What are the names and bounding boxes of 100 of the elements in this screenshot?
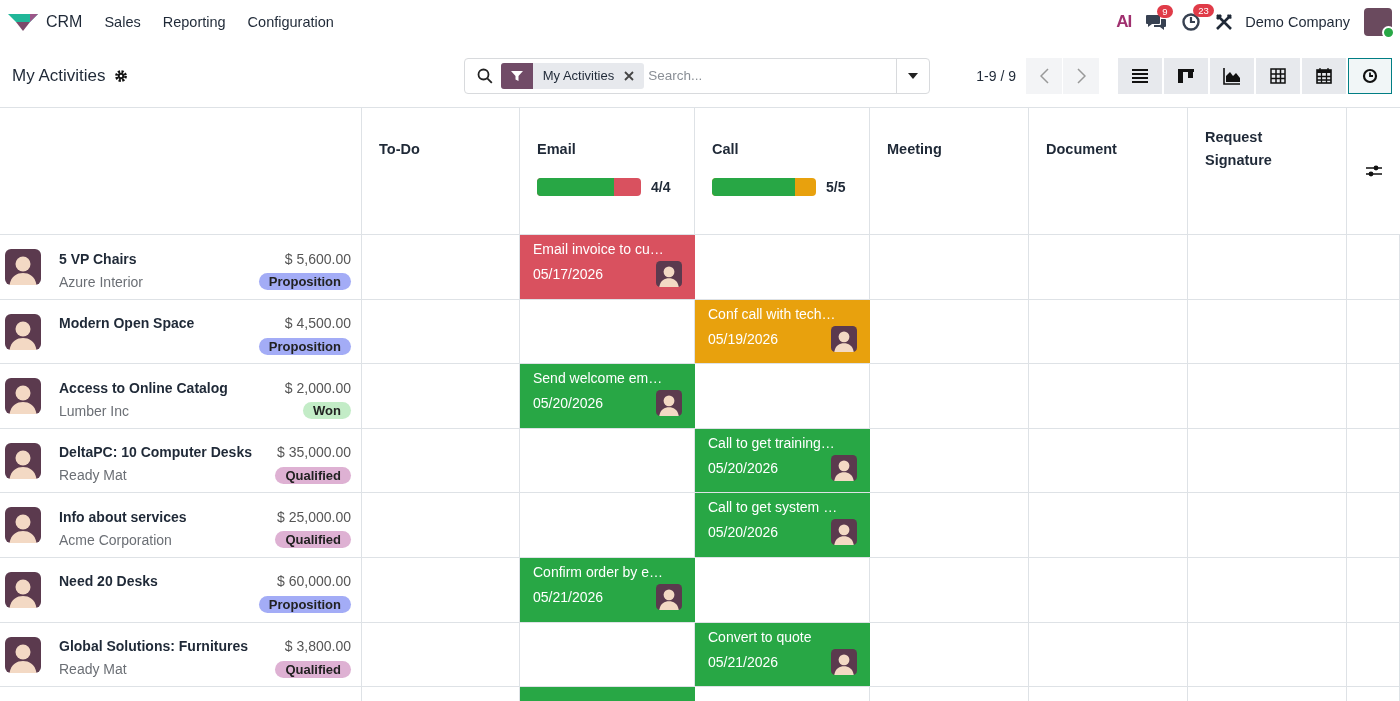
empty-cell[interactable]: [1347, 428, 1400, 494]
avatar-icon: [831, 454, 857, 481]
settings-icon[interactable]: [113, 68, 128, 83]
view-switch-button[interactable]: [1118, 57, 1162, 94]
view-switch-button[interactable]: [1210, 57, 1254, 94]
next-page-button[interactable]: [1063, 57, 1099, 94]
chat-icon[interactable]: [1145, 13, 1168, 31]
column-title: Call: [712, 139, 740, 159]
online-status-dot: [1382, 26, 1395, 39]
activity-date: 05/21/2026: [533, 588, 604, 605]
activity-cell[interactable]: Email invoice to cu… 05/17/2026: [520, 235, 695, 300]
column-title: Email: [537, 139, 577, 159]
record-cell[interactable]: 5 VP Chairs $ 5,600.00 Azure Interior Proposition: [0, 235, 362, 300]
empty-cell[interactable]: [1347, 493, 1400, 558]
record-amount: $ 60,000.00: [277, 573, 351, 590]
avatar-icon: [831, 648, 857, 675]
empty-cell[interactable]: [1029, 299, 1188, 365]
empty-cell[interactable]: [1188, 557, 1347, 623]
menu-item[interactable]: Configuration: [247, 14, 334, 30]
empty-cell[interactable]: [1347, 557, 1400, 623]
avatar-icon: [5, 249, 41, 285]
empty-cell[interactable]: [1029, 493, 1188, 558]
view-switch-button[interactable]: [1348, 57, 1392, 94]
empty-cell[interactable]: [1029, 557, 1188, 623]
pager-value[interactable]: 1-9 / 9: [976, 67, 1016, 84]
area-chart-icon: [1223, 66, 1241, 85]
menu-item[interactable]: Reporting: [162, 14, 226, 30]
record-cell[interactable]: Access to Online Catalog $ 2,000.00 Lumber Inc Won: [0, 364, 362, 429]
activity-cell[interactable]: [520, 687, 695, 701]
column-header[interactable]: Meeting: [870, 108, 1029, 235]
user-avatar[interactable]: [1364, 8, 1392, 36]
empty-cell[interactable]: [1188, 622, 1347, 688]
avatar-icon: [5, 636, 41, 673]
column-header[interactable]: To-Do: [362, 108, 520, 235]
tools-icon[interactable]: [1215, 13, 1234, 31]
filter-facet[interactable]: My Activities: [500, 62, 645, 89]
column-header[interactable]: Request Signature: [1188, 108, 1347, 235]
empty-cell[interactable]: [1029, 622, 1188, 688]
view-switch-button[interactable]: [1302, 57, 1346, 94]
view-switch-button[interactable]: [1164, 57, 1208, 94]
empty-cell[interactable]: [1188, 428, 1347, 494]
search-field[interactable]: My Activities Search...: [463, 57, 931, 94]
activity-title: Convert to quote: [708, 628, 813, 645]
previous-page-button[interactable]: [1026, 57, 1062, 94]
search-icon: [476, 67, 493, 84]
company-switcher[interactable]: Demo Company: [1245, 14, 1350, 30]
empty-cell[interactable]: [1188, 235, 1347, 300]
activity-title: Conf call with tech…: [708, 305, 837, 322]
empty-cell[interactable]: [870, 235, 1029, 300]
sliders-icon[interactable]: [1365, 164, 1382, 178]
activity-date: 05/17/2026: [533, 266, 604, 282]
empty-cell[interactable]: [870, 364, 1029, 429]
empty-cell[interactable]: [1029, 364, 1188, 429]
filter-icon: [509, 68, 524, 83]
empty-cell[interactable]: [362, 493, 520, 558]
chevron-left-icon: [1039, 67, 1049, 84]
app-logo-icon[interactable]: [8, 12, 38, 32]
empty-cell[interactable]: [1029, 428, 1188, 494]
empty-cell[interactable]: [1347, 235, 1400, 300]
record-cell[interactable]: Global Solutions: Furnitures $ 3,800.00 Ready Mat Qualified: [0, 622, 362, 688]
record-cell[interactable]: DeltaPC: 10 Computer Desks $ 35,000.00 Ready Mat Qualified: [0, 428, 362, 494]
clock-icon: [1361, 66, 1379, 85]
ai-button[interactable]: AI: [1116, 12, 1132, 32]
close-icon[interactable]: [624, 70, 635, 81]
empty-cell[interactable]: [1347, 299, 1400, 365]
empty-cell[interactable]: [362, 622, 520, 688]
empty-cell[interactable]: [362, 428, 520, 494]
record-cell[interactable]: Info about services $ 25,000.00 Acme Corporation Qualified: [0, 493, 362, 558]
activity-date: 05/19/2026: [708, 330, 779, 347]
progress-bar[interactable]: [712, 178, 816, 196]
empty-cell[interactable]: [870, 557, 1029, 623]
avatar-icon: [831, 325, 857, 352]
stage-tag: Qualified: [275, 466, 351, 484]
facet-label: My Activities: [542, 68, 615, 83]
app-name[interactable]: CRM: [46, 13, 83, 31]
activity-date: 05/20/2026: [708, 524, 779, 541]
column-header[interactable]: Email 4/4: [520, 108, 695, 235]
menu-item[interactable]: Sales: [104, 14, 141, 30]
empty-cell[interactable]: [362, 299, 520, 365]
column-header[interactable]: Document: [1029, 108, 1188, 235]
activity-date: 05/20/2026: [708, 459, 779, 476]
empty-cell[interactable]: [1347, 364, 1400, 429]
record-amount: $ 3,800.00: [284, 638, 351, 655]
empty-cell[interactable]: [1029, 235, 1188, 300]
empty-cell[interactable]: [1188, 299, 1347, 365]
kanban-icon: [1177, 66, 1195, 85]
record-cell[interactable]: Modern Open Space $ 4,500.00 Proposition: [0, 299, 362, 365]
column-header[interactable]: Call 5/5: [695, 108, 870, 235]
chevron-right-icon: [1076, 67, 1086, 84]
activity-count-badge: 23: [1193, 4, 1214, 17]
empty-cell[interactable]: [1347, 622, 1400, 688]
view-switch-button[interactable]: [1256, 57, 1300, 94]
message-count-badge: 9: [1157, 5, 1173, 18]
avatar-icon: [656, 583, 682, 610]
empty-cell[interactable]: [1188, 493, 1347, 558]
record-amount: $ 2,000.00: [284, 379, 351, 396]
progress-bar[interactable]: [537, 178, 641, 196]
record-cell[interactable]: Need 20 Desks $ 60,000.00 Proposition: [0, 557, 362, 623]
empty-cell[interactable]: [1188, 364, 1347, 429]
clock-icon[interactable]: [1181, 12, 1202, 32]
